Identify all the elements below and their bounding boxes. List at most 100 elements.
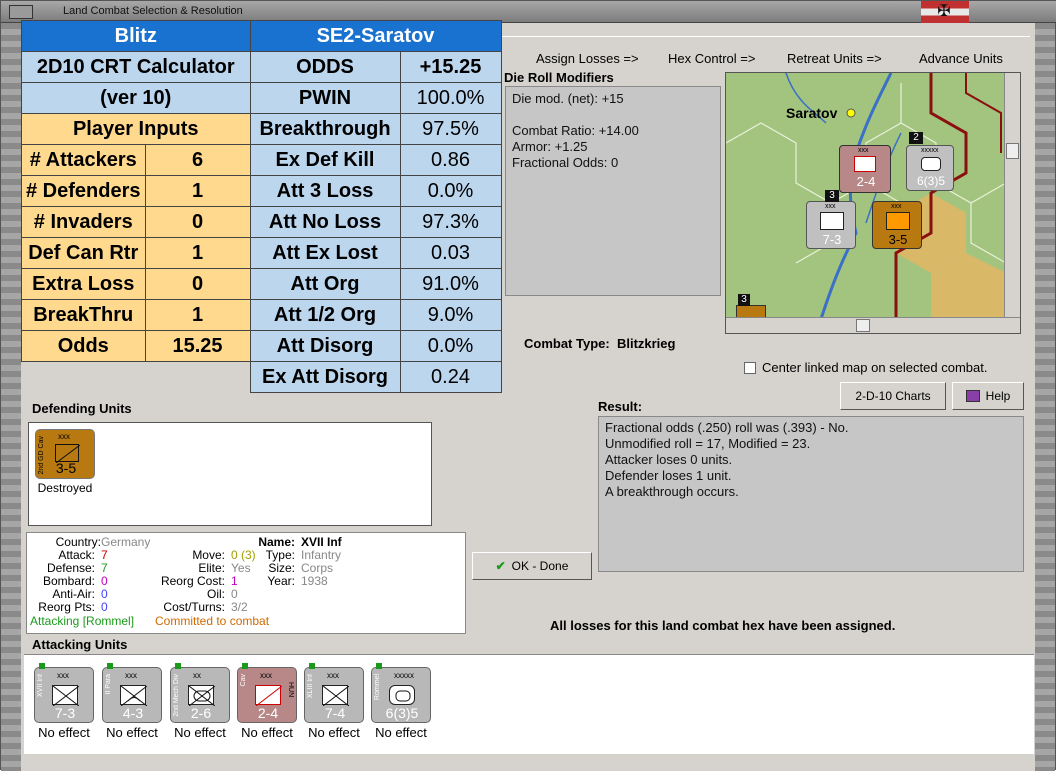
calc-result-value: 9.0% [399, 299, 502, 331]
step-assign-losses[interactable]: Assign Losses => [536, 51, 639, 66]
calc-header-left: Blitz [21, 20, 251, 52]
calc-input-value[interactable]: 15.25 [144, 330, 251, 362]
map-stack-count: 3 [738, 294, 750, 306]
combat-type-label: Combat Type: [524, 336, 610, 351]
help-button[interactable]: Help [952, 382, 1024, 410]
unit-status: No effect [308, 725, 360, 740]
calc-result-label: Att Ex Lost [249, 237, 401, 269]
unit-size: xxx [58, 432, 70, 441]
calc-result-value: 97.5% [399, 113, 502, 145]
calc-result-label: PWIN [249, 82, 401, 114]
map-stack-count: 2 [909, 132, 923, 144]
linked-map[interactable]: Saratov xxx 2-4 2 xxxxx 6(3)5 3 xxx 7-3 … [725, 72, 1021, 334]
help-button-label: Help [985, 389, 1011, 403]
defender-unit[interactable]: 2nd GD Cav xxx 3-5 Destroyed [33, 429, 97, 495]
attacker-counter[interactable]: XVII Inf xxx 7-3 [34, 663, 94, 723]
attacker-unit[interactable]: Cav xxx HUN 2-4 No effect [237, 663, 297, 740]
calc-result-label: Att No Loss [249, 206, 401, 238]
die-roll-modifiers-title: Die Roll Modifiers [504, 70, 614, 85]
result-line: Attacker loses 0 units. [605, 452, 733, 467]
calc-input-value[interactable]: 0 [144, 206, 251, 238]
combat-type-value: Blitzkrieg [616, 336, 676, 351]
unit-strength: 6(3)5 [385, 705, 419, 721]
map-unit-value: 3-5 [888, 232, 908, 247]
map-unit-top: xxx [858, 147, 869, 154]
attacker-counter[interactable]: Cav xxx HUN 2-4 [237, 663, 297, 723]
charts-button[interactable]: 2-D-10 Charts [840, 382, 946, 410]
unit-size: xxx [57, 671, 69, 680]
unit-strength: 3-5 [55, 460, 77, 476]
map-horizontal-scrollbar[interactable] [726, 317, 1020, 333]
attacker-unit[interactable]: Rommel xxxxx 6(3)5 No effect [371, 663, 431, 740]
step-advance-units[interactable]: Advance Units [919, 51, 1003, 66]
step-hex-control[interactable]: Hex Control => [668, 51, 755, 66]
unit-status: No effect [106, 725, 158, 740]
calc-input-label: # Defenders [21, 175, 146, 207]
checkbox-icon[interactable] [744, 362, 756, 374]
calc-input-value[interactable]: 1 [144, 175, 251, 207]
map-unit-counter[interactable]: 3 xxx 7-3 [806, 190, 856, 249]
infantry-icon [322, 685, 350, 707]
combat-type: Combat Type: Blitzkrieg [524, 336, 675, 351]
calc-input-label: Extra Loss [21, 268, 146, 300]
unit-status: No effect [174, 725, 226, 740]
unit-size: xx [193, 671, 201, 680]
attacker-counter[interactable]: 2nd Mech Div xx 2-6 [170, 663, 230, 723]
result-line: Unmodified roll = 17, Modified = 23. [605, 436, 811, 451]
mechanized-icon [188, 685, 216, 707]
unit-name-side: XVII Inf [37, 674, 44, 697]
calc-result-label: ODDS [249, 51, 401, 83]
defending-units-panel: 2nd GD Cav xxx 3-5 Destroyed [28, 422, 432, 526]
info-attacking: Attacking [Rommel] [30, 614, 135, 628]
calc-input-value[interactable]: 1 [144, 299, 251, 331]
map-unit-counter[interactable]: xxx 2-4 [839, 145, 891, 193]
attacker-counter[interactable]: Rommel xxxxx 6(3)5 [371, 663, 431, 723]
die-roll-modifiers-panel: Die mod. (net): +15 Combat Ratio: +14.00… [505, 86, 721, 296]
attacker-unit[interactable]: XLIII Inf xxx 7-4 No effect [304, 663, 364, 740]
attacker-unit[interactable]: XVII Inf xxx 7-3 No effect [34, 663, 94, 740]
calc-result-value: 100.0% [399, 82, 502, 114]
calc-result-value: 91.0% [399, 268, 502, 300]
window-menu-icon[interactable] [9, 5, 33, 19]
unit-strength: 2-6 [190, 705, 212, 721]
attacker-counter[interactable]: II Para xxx 4-3 [102, 663, 162, 723]
calc-input-value[interactable]: 6 [144, 144, 251, 176]
left-border [1, 23, 21, 771]
right-border [1033, 23, 1055, 771]
calc-result-value: +15.25 [399, 51, 502, 83]
center-map-checkbox[interactable]: Center linked map on selected combat. [744, 360, 987, 375]
attacker-counter[interactable]: XLIII Inf xxx 7-4 [304, 663, 364, 723]
attacker-unit[interactable]: II Para xxx 4-3 No effect [102, 663, 162, 740]
map-vertical-scrollbar[interactable] [1004, 73, 1020, 319]
unit-status: No effect [375, 725, 427, 740]
calc-input-value[interactable]: 0 [144, 268, 251, 300]
unit-strength: 4-3 [122, 705, 144, 721]
result-line: Defender loses 1 unit. [605, 468, 732, 483]
map-unit-counter[interactable]: 2 xxxxx 6(3)5 [906, 132, 954, 191]
hq-icon [389, 685, 415, 705]
calc-result-label: Ex Def Kill [249, 144, 401, 176]
attacker-unit[interactable]: 2nd Mech Div xx 2-6 No effect [170, 663, 230, 740]
info-cost-turns-label: Cost/Turns: [163, 600, 225, 614]
checkmark-icon: ✔ [495, 559, 506, 573]
map-unit-value: 2-4 [856, 174, 876, 189]
info-reorg-pts: 0 [101, 600, 108, 614]
result-line: A breakthrough occurs. [605, 484, 739, 499]
unit-name-side: Cav [240, 674, 247, 687]
unit-name-side: XLIII Inf [307, 674, 314, 699]
drm-line: Fractional Odds: 0 [512, 155, 619, 170]
unit-status: No effect [38, 725, 90, 740]
defender-counter[interactable]: 2nd GD Cav xxx 3-5 [35, 429, 95, 479]
defending-units-title: Defending Units [32, 401, 132, 416]
calc-result-label: Breakthrough [249, 113, 401, 145]
unit-info-panel: Country: Germany Attack: 7 Defense: 7 Bo… [26, 532, 466, 634]
info-country: Germany [101, 535, 151, 549]
map-defender-counter[interactable]: xxx 3-5 [872, 201, 922, 249]
calc-input-value[interactable]: 1 [144, 237, 251, 269]
unit-strength: 2-4 [257, 705, 279, 721]
ok-done-button[interactable]: ✔ OK - Done [472, 552, 592, 580]
map-unit-value: 6(3)5 [916, 174, 945, 188]
all-losses-message: All losses for this land combat hex have… [550, 618, 896, 633]
attacking-units-panel: XVII Inf xxx 7-3 No effect II Para xxx 4-3 N… [24, 654, 1034, 754]
step-retreat-units[interactable]: Retreat Units => [787, 51, 882, 66]
